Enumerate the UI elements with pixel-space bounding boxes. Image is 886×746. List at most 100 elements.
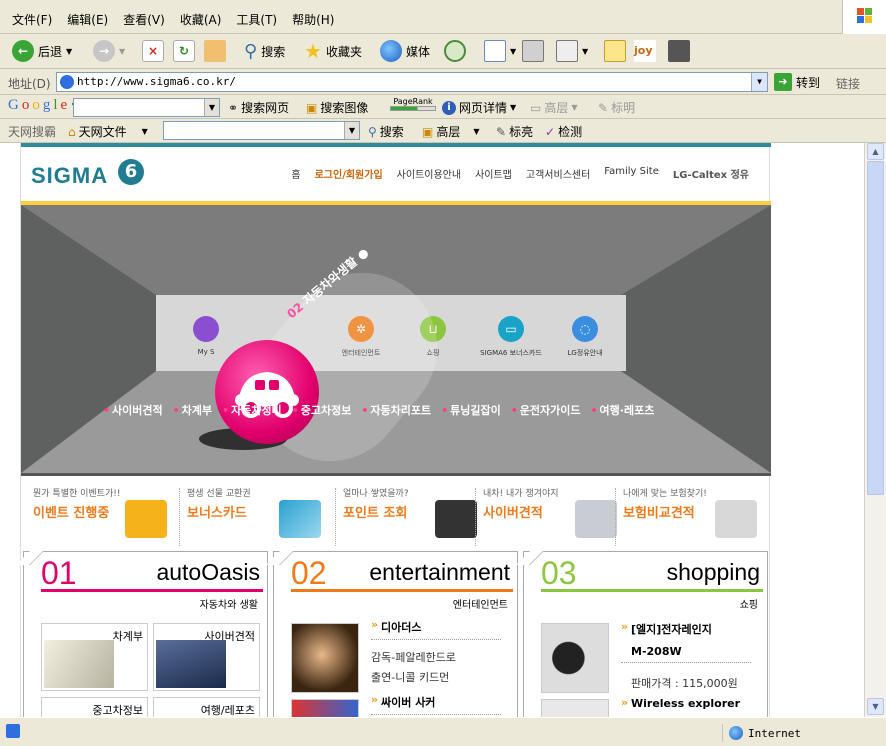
address-input[interactable]: http://www.sigma6.co.kr/ ▼ — [56, 72, 768, 92]
hero-menu: 사이버견적 차계부 자동차정비 중고차정보 자동차리포트 튜닝길잡이 운전자가이… — [103, 402, 654, 418]
nav-family-site[interactable]: Family Site — [604, 166, 659, 181]
hero-menu-item[interactable]: 여행·레포츠 — [591, 402, 655, 418]
history-button[interactable] — [444, 39, 466, 63]
search-button[interactable]: ⚲ 搜索 — [244, 39, 285, 63]
up-button[interactable]: ▭ 高层 ▼ — [530, 99, 578, 116]
calculator-icon — [435, 500, 477, 538]
messenger-button[interactable]: joy — [634, 39, 656, 63]
scroll-down-button[interactable]: ▼ — [867, 698, 884, 715]
promo-points[interactable]: 얼마나 쌓였을까? 포인트 조회 — [335, 486, 483, 546]
wireless-thumbnail[interactable] — [541, 699, 609, 717]
nav-guide[interactable]: 사이트이용안내 — [397, 166, 461, 181]
nav-lg-caltex[interactable]: LG-Caltex 정유 — [673, 166, 749, 181]
menu-favorites[interactable]: 收藏(A) — [174, 11, 231, 28]
hero-cat-lg[interactable]: ◌ LG정유안내 — [550, 316, 620, 358]
links-button[interactable]: 链接 — [836, 75, 860, 92]
tile-logbook[interactable]: 차계부 — [41, 623, 148, 691]
google-search-input[interactable]: ▼ — [73, 98, 220, 117]
article-the-others[interactable]: 디아더스 감독-페알레한드로출연-니콜 키드먼 — [371, 618, 501, 688]
soccer-thumbnail[interactable] — [291, 699, 359, 717]
hero-menu-item[interactable]: 자동차리포트 — [361, 402, 431, 418]
page-info-label: 网页详情 — [459, 101, 508, 115]
tianwang-check-button[interactable]: ✓ 检测 — [545, 123, 582, 140]
nav-login[interactable]: 로그인/회원가입 — [315, 166, 383, 181]
vertical-scrollbar[interactable]: ▲ ▼ — [864, 143, 886, 717]
hero-cat-bonuscard[interactable]: ▭ SIGMA6 보너스카드 — [476, 316, 546, 358]
nav-sitemap[interactable]: 사이트맵 — [475, 166, 512, 181]
tianwang-search-input[interactable]: ▼ — [163, 121, 360, 140]
nav-home[interactable]: 홈 — [291, 166, 300, 181]
promo-bonuscard[interactable]: 평생 선물 교환권 보너스카드 — [179, 486, 327, 546]
research-button[interactable] — [668, 39, 690, 63]
go-button[interactable]: ➜ 转到 — [774, 73, 820, 91]
page-info-button[interactable]: i 网页详情 ▼ — [442, 99, 516, 116]
edit-button[interactable]: ▼ — [556, 39, 588, 63]
scroll-up-button[interactable]: ▲ — [867, 143, 884, 160]
discuss-button[interactable] — [604, 39, 626, 63]
my-icon — [193, 316, 219, 342]
product-wireless[interactable]: Wireless explorer — [621, 696, 740, 710]
tianwang-files-label: 天网文件 — [78, 125, 127, 139]
tile-cyber-estimate[interactable]: 사이버견적 — [153, 623, 260, 691]
address-bar: 地址(D) http://www.sigma6.co.kr/ ▼ ➜ 转到 链接 — [0, 69, 886, 95]
forward-button[interactable]: → ▼ — [93, 39, 125, 63]
back-label: 后退 — [38, 44, 63, 59]
hero-menu-item[interactable]: 사이버견적 — [103, 402, 163, 418]
nav-customer-center[interactable]: 고객서비스센터 — [526, 166, 590, 181]
section-title[interactable]: shopping — [667, 559, 760, 586]
scroll-thumb[interactable] — [867, 161, 884, 495]
tile-used-car[interactable]: 중고차정보 — [41, 697, 148, 717]
site-logo[interactable]: SIGMA — [31, 163, 108, 189]
section-rule — [291, 589, 513, 592]
hero-menu-item[interactable]: 운전자가이드 — [511, 402, 581, 418]
microwave-thumbnail[interactable] — [541, 623, 609, 693]
tianwang-up-button[interactable]: ▣ 高层 ▼ — [422, 123, 480, 140]
search-icon: ⚲ — [368, 124, 377, 139]
tianwang-files-button[interactable]: ⌂ 天网文件 ▼ — [68, 123, 148, 140]
address-dropdown-icon[interactable]: ▼ — [751, 73, 767, 91]
zone-label: Internet — [748, 726, 801, 740]
favorites-button[interactable]: ★ 收藏夹 — [304, 39, 362, 63]
media-button[interactable]: 媒体 — [380, 39, 430, 63]
tile-travel[interactable]: 여행/레포츠 — [153, 697, 260, 717]
movie-thumbnail[interactable] — [291, 623, 359, 693]
tianwang-search-button[interactable]: ⚲ 搜索 — [368, 123, 404, 140]
hero-car-ball[interactable] — [215, 340, 319, 444]
hero-menu-item[interactable]: 중고차정보 — [292, 402, 352, 418]
pagerank-indicator[interactable]: PageRank — [390, 97, 436, 111]
hero-menu-item[interactable]: 자동차정비 — [222, 402, 282, 418]
tianwang-search-label: 搜索 — [379, 125, 404, 139]
menu-tools[interactable]: 工具(T) — [230, 11, 286, 28]
article-cyber-soccer[interactable]: 싸이버 사커 — [371, 693, 501, 715]
hero-menu-item[interactable]: 차계부 — [173, 402, 212, 418]
site-logo-six[interactable]: 6 — [118, 159, 144, 185]
tianwang-highlight-button[interactable]: ✎ 标亮 — [496, 123, 533, 140]
section-title[interactable]: entertainment — [369, 559, 510, 586]
binoculars-icon: ⚭ — [228, 100, 239, 115]
stop-button[interactable]: × — [142, 39, 164, 63]
page-viewport: SIGMA 6 홈 로그인/회원가입 사이트이용안내 사이트맵 고객서비스센터 … — [0, 143, 866, 717]
product-title: [엘지]전자레인지 — [621, 620, 751, 637]
section-shopping: 03 shopping 쇼핑 [엘지]전자레인지 M-208W 판매가격 : 1… — [516, 551, 768, 717]
google-logo[interactable]: Google▼ — [8, 97, 78, 114]
highlight-button[interactable]: ✎ 标明 — [598, 99, 635, 116]
mail-button[interactable]: ▼ — [484, 39, 516, 63]
section-title[interactable]: autoOasis — [156, 559, 260, 586]
search-web-button[interactable]: ⚭ 搜索网页 — [228, 99, 289, 116]
section-number: 03 — [541, 555, 577, 591]
home-button[interactable] — [204, 39, 226, 63]
search-images-button[interactable]: ▣ 搜索图像 — [306, 99, 368, 116]
promo-event[interactable]: 뭔가 특별한 이벤트가!! 이벤트 진행중 — [33, 486, 173, 538]
promo-strip: 뭔가 특별한 이벤트가!! 이벤트 진행중 평생 선물 교환권 보너스카드 얼마나 … — [21, 473, 771, 549]
menu-edit[interactable]: 编辑(E) — [61, 11, 117, 28]
print-button[interactable] — [522, 39, 544, 63]
menu-file[interactable]: 文件(F) — [6, 11, 61, 28]
promo-estimate[interactable]: 내차! 내가 챙겨야지 사이버견적 — [475, 486, 623, 546]
promo-insurance[interactable]: 나에게 맞는 보험찾기! 보험비교견적 — [615, 486, 763, 546]
product-microwave[interactable]: [엘지]전자레인지 M-208W 판매가격 : 115,000원 — [621, 620, 751, 691]
back-button[interactable]: ← 后退 ▼ — [12, 39, 72, 63]
hero-menu-item[interactable]: 튜닝길잡이 — [441, 402, 501, 418]
menu-view[interactable]: 查看(V) — [117, 11, 174, 28]
menu-help[interactable]: 帮助(H) — [286, 11, 343, 28]
refresh-button[interactable]: ↻ — [173, 39, 195, 63]
